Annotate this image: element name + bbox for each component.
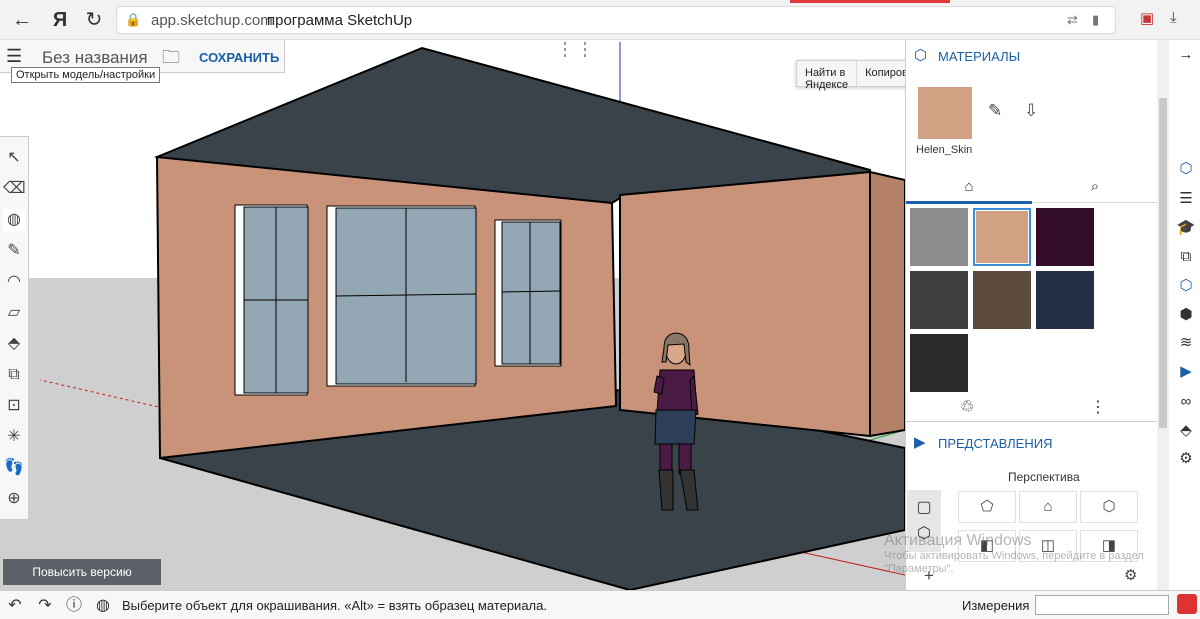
- iso-view-button[interactable]: ⬠: [958, 491, 1016, 523]
- more-options-icon[interactable]: ⋮: [1090, 397, 1106, 417]
- tab-indicator: [790, 0, 950, 3]
- sketchup-logo-icon: [1177, 594, 1197, 614]
- import-material-icon[interactable]: ⇩: [1024, 101, 1038, 121]
- material-swatch[interactable]: [910, 208, 968, 266]
- material-swatch[interactable]: [973, 271, 1031, 329]
- display-icon[interactable]: ∞: [1175, 391, 1197, 413]
- window-3: [494, 219, 562, 367]
- bookmark-icon[interactable]: ▮: [1092, 12, 1099, 28]
- tape-measure-tool-icon[interactable]: ⊡: [3, 395, 25, 417]
- pdf-extension-icon[interactable]: ▣: [1140, 9, 1154, 27]
- instructor-icon[interactable]: 🎓: [1175, 217, 1197, 239]
- materials-header[interactable]: ⬡ МАТЕРИАЛЫ: [914, 47, 1020, 65]
- save-button[interactable]: СОХРАНИТЬ: [199, 50, 279, 65]
- watermark-text: Чтобы активировать Windows, перейдите в …: [884, 550, 1144, 575]
- current-material-name: Helen_Skin: [916, 144, 973, 156]
- browser-toolbar: ← Я ↻ 🔒 app.sketchup.com программа Sketc…: [0, 0, 1200, 40]
- edit-material-icon[interactable]: ✎: [988, 101, 1002, 121]
- status-bar: ↶ ↷ ⓘ ◍ Выберите объект для окрашивания.…: [0, 590, 1200, 619]
- materials-icon: ⬡: [914, 47, 928, 64]
- search-yandex-item[interactable]: Найти в Яндексе: [797, 61, 858, 91]
- axes-tool-icon[interactable]: ✳: [3, 426, 25, 448]
- status-hint: Выберите объект для окрашивания. «Alt» =…: [122, 598, 547, 613]
- outliner-icon[interactable]: ☰: [1175, 188, 1197, 210]
- url-host: app.sketchup.com: [151, 12, 273, 29]
- scenes-icon[interactable]: ▶: [1175, 361, 1197, 383]
- language-globe-icon[interactable]: ◍: [92, 595, 114, 617]
- measurements-label: Измерения: [962, 598, 1030, 613]
- layers-icon[interactable]: ≋: [1175, 332, 1197, 354]
- eraser-tool-icon[interactable]: ⌫: [3, 178, 26, 200]
- views-icon: ▶: [914, 434, 926, 451]
- materials-tabs: ⌂ ⌕: [906, 170, 1158, 204]
- tools-toolbar: ↖ ⌫ ◍ ✎ ◠ ▱ ⬘ ⧉ ⊡ ✳ 👣 ⊕: [0, 136, 29, 520]
- undo-icon[interactable]: ↶: [4, 595, 26, 617]
- back-icon[interactable]: ←: [10, 8, 34, 32]
- folder-icon[interactable]: 🗀: [162, 45, 180, 75]
- materials-title: МАТЕРИАЛЫ: [938, 48, 1021, 64]
- address-bar[interactable]: 🔒 app.sketchup.com программа SketchUp ⇄ …: [116, 6, 1116, 34]
- walk-tool-icon[interactable]: 👣: [3, 457, 25, 479]
- right-wall-side: [869, 170, 905, 438]
- right-wall: [619, 170, 871, 438]
- watermark-title: Активация Windows: [884, 532, 1032, 549]
- help-icon[interactable]: ⓘ: [63, 595, 85, 617]
- copy-item[interactable]: Копировать: [857, 61, 905, 86]
- upgrade-button[interactable]: Повысить версию: [3, 559, 161, 585]
- materials-panel: ⬡ МАТЕРИАЛЫ Helen_Skin ✎ ⇩ ⌂ ⌕ ♲ ⋮ ▶ ПРЕ…: [905, 40, 1170, 590]
- material-swatch[interactable]: [910, 271, 968, 329]
- page-title: программа SketchUp: [267, 12, 413, 29]
- downloads-icon[interactable]: ⤓: [1170, 9, 1177, 26]
- front-view-button[interactable]: ⬡: [1080, 491, 1138, 523]
- measurements-input[interactable]: [1035, 595, 1169, 615]
- arc-tool-icon[interactable]: ◠: [3, 271, 25, 293]
- views-header[interactable]: ▶ ПРЕДСТАВЛЕНИЯ: [914, 434, 1052, 452]
- hamburger-menu-icon[interactable]: ☰: [6, 46, 22, 67]
- model-scene[interactable]: [0, 40, 905, 590]
- material-swatch[interactable]: [973, 208, 1031, 266]
- panel-scrollbar[interactable]: [1157, 40, 1169, 590]
- menu-tooltip: Открыть модель/настройки: [11, 67, 161, 83]
- translate-icon[interactable]: ⇄: [1067, 12, 1078, 28]
- material-swatch[interactable]: [1036, 208, 1094, 266]
- right-icon-rail: → ⬡ ☰ 🎓 ⧉ ⬡ ⬢ ≋ ▶ ∞ ⬘ ⚙: [1170, 40, 1200, 590]
- solid-tools-icon[interactable]: ⬘: [1175, 420, 1197, 442]
- tab-in-model[interactable]: ⌂: [906, 174, 1032, 200]
- viewport-3d[interactable]: ☰ Без названия 🗀 СОХРАНИТЬ Открыть модел…: [0, 40, 905, 590]
- perspective-label: Перспектива: [1008, 470, 1080, 484]
- components-icon[interactable]: ⧉: [1175, 246, 1197, 268]
- windows-activation-watermark: Активация Windows Чтобы активировать Win…: [884, 532, 1174, 576]
- model-name[interactable]: Без названия: [42, 48, 148, 68]
- material-swatch[interactable]: [1036, 271, 1094, 329]
- rectangle-tool-icon[interactable]: ▱: [3, 302, 25, 324]
- pencil-tool-icon[interactable]: ✎: [3, 240, 25, 262]
- current-material-swatch[interactable]: [918, 87, 972, 139]
- context-menu: Найти в Яндексе Копировать ⌄: [796, 60, 905, 91]
- scene-settings-icon[interactable]: ⚙: [1175, 448, 1197, 470]
- select-tool-icon[interactable]: ↖: [3, 147, 25, 169]
- offset-tool-icon[interactable]: ⧉: [3, 364, 25, 386]
- entity-info-icon[interactable]: ⬡: [1175, 158, 1197, 180]
- section-plane-tool-icon[interactable]: ⊕: [3, 488, 25, 510]
- window-1: [234, 204, 309, 396]
- lock-icon: 🔒: [125, 12, 142, 27]
- scrollbar-thumb[interactable]: [1159, 98, 1167, 428]
- top-view-button[interactable]: ⌂: [1019, 491, 1077, 523]
- views-title: ПРЕДСТАВЛЕНИЯ: [938, 435, 1053, 451]
- materials-rail-icon[interactable]: ⬡: [1175, 275, 1197, 297]
- reload-icon[interactable]: ↻: [82, 8, 106, 32]
- redo-icon[interactable]: ↷: [34, 595, 56, 617]
- recycle-icon[interactable]: ♲: [960, 397, 974, 417]
- paint-bucket-tool-icon[interactable]: ◍: [3, 209, 25, 231]
- push-pull-tool-icon[interactable]: ⬘: [3, 333, 25, 355]
- yandex-home-button[interactable]: Я: [48, 8, 72, 32]
- collapse-arrow-icon[interactable]: →: [1175, 44, 1197, 66]
- active-tab-underline: [906, 201, 1032, 204]
- window-2: [326, 205, 477, 387]
- tab-browse[interactable]: ⌕: [1032, 174, 1158, 200]
- styles-icon[interactable]: ⬢: [1175, 304, 1197, 326]
- material-swatch[interactable]: [910, 334, 968, 392]
